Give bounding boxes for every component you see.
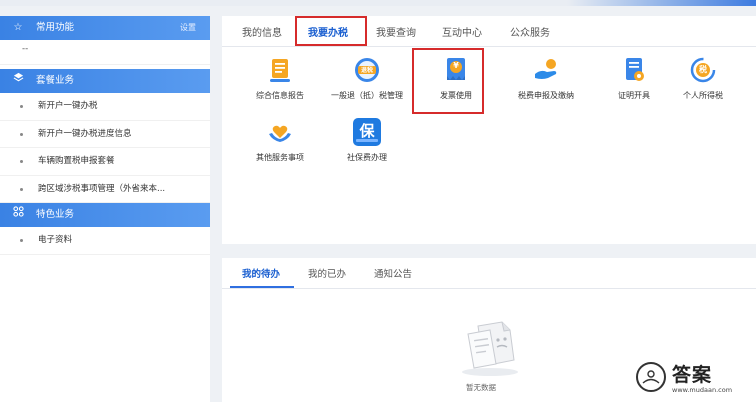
empty-document-icon xyxy=(458,320,528,378)
watermark-logo-icon xyxy=(636,362,666,392)
bullet-icon xyxy=(20,105,23,108)
highlight-box-tab xyxy=(295,16,367,46)
tile-tax-refund[interactable]: 退税 一般退（抵）税管理 xyxy=(322,56,412,101)
tile-income-tax[interactable]: 税 个人所得税 xyxy=(658,56,748,101)
sidebar-item-new-account-one-click[interactable]: 新开户一键办税 xyxy=(0,93,210,121)
tab-my-done[interactable]: 我的已办 xyxy=(308,266,346,280)
tile-info-report[interactable]: 综合信息报告 xyxy=(235,56,325,101)
grid-icon xyxy=(10,203,26,227)
section-title: 常用功能 xyxy=(36,22,75,33)
window-top-bar xyxy=(0,0,756,6)
task-tabs: 我的待办 我的已办 通知公告 xyxy=(222,258,756,289)
bullet-icon xyxy=(20,132,23,136)
tab-interaction[interactable]: 互动中心 xyxy=(442,24,482,39)
social-security-icon: 保 xyxy=(353,118,381,146)
highlight-box-invoice xyxy=(412,48,484,114)
active-tab-indicator xyxy=(230,286,294,288)
star-icon: ☆ xyxy=(13,22,23,33)
settings-link[interactable]: 设置 xyxy=(180,16,196,40)
section-common-functions[interactable]: ☆ 常用功能 设置 xyxy=(0,16,210,40)
layers-icon xyxy=(10,69,26,93)
watermark-url: www.mudaan.com xyxy=(672,386,733,394)
sidebar-item-vehicle-tax[interactable]: 车辆购置税申报套餐 xyxy=(0,148,210,176)
section-packages[interactable]: 套餐业务 xyxy=(0,69,210,93)
report-icon xyxy=(266,56,294,84)
common-placeholder: -- xyxy=(0,40,210,65)
sidebar-item-new-account-progress[interactable]: 新开户一键办税进度信息 xyxy=(0,121,210,148)
tile-social-security[interactable]: 保 社保费办理 xyxy=(322,118,412,163)
tax-refund-icon: 退税 xyxy=(353,56,381,84)
sidebar: ☆ 常用功能 设置 -- 套餐业务 新开户一键办税 新开户一键办税进度信息 车辆… xyxy=(0,16,210,402)
sidebar-item-cross-region[interactable]: 跨区域涉税事项管理（外省来本... xyxy=(0,176,210,203)
tab-query[interactable]: 我要查询 xyxy=(376,24,416,39)
watermark-text: 答案 xyxy=(672,364,713,386)
bullet-icon xyxy=(20,239,23,242)
tile-other-services[interactable]: 其他服务事项 xyxy=(235,118,325,163)
bullet-icon xyxy=(20,187,23,191)
empty-state-text: 暂无数据 xyxy=(466,383,496,392)
tab-notices[interactable]: 通知公告 xyxy=(374,266,412,280)
tax-refund-badge: 退税 xyxy=(360,67,373,74)
tab-my-todo[interactable]: 我的待办 xyxy=(242,266,280,280)
heart-hands-icon xyxy=(266,118,294,146)
social-security-badge: 保 xyxy=(359,122,375,140)
income-tax-icon: 税 xyxy=(689,56,717,84)
certificate-icon xyxy=(620,56,648,84)
section-special[interactable]: 特色业务 xyxy=(0,203,210,227)
tab-my-info[interactable]: 我的信息 xyxy=(242,24,282,39)
tile-declare-pay[interactable]: 税费申报及缴纳 xyxy=(501,56,591,101)
sidebar-item-e-documents[interactable]: 电子资料 xyxy=(0,227,210,255)
declare-pay-icon xyxy=(532,56,560,84)
tax-services-panel: 我的信息 我要办税 我要查询 互动中心 公众服务 综合信息报告 退税 一般退（抵… xyxy=(222,16,756,244)
section-title: 套餐业务 xyxy=(36,75,75,86)
section-title: 特色业务 xyxy=(36,209,75,220)
tab-public-service[interactable]: 公众服务 xyxy=(510,24,550,39)
icon-stripe xyxy=(356,139,378,142)
income-tax-badge: 税 xyxy=(699,65,707,74)
bullet-icon xyxy=(20,160,23,163)
